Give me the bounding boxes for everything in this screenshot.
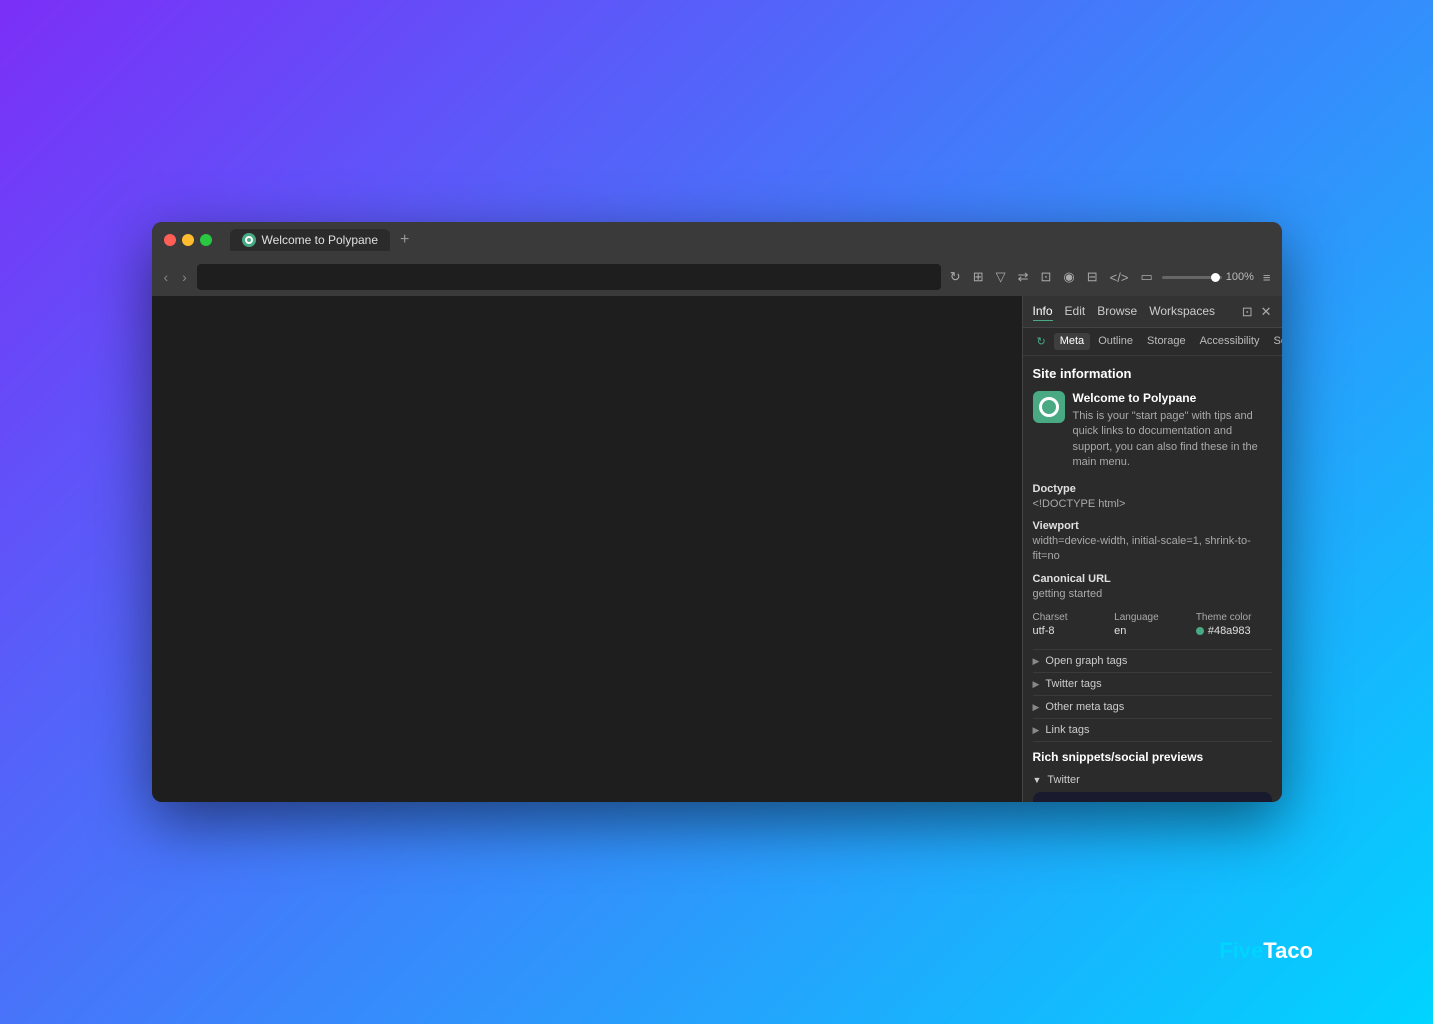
favicon-inner (245, 236, 253, 244)
expand-panel-icon[interactable]: ⊡ (1242, 304, 1253, 320)
panel-sub-nav: ↻ Meta Outline Storage Accessibility Sou… (1023, 328, 1282, 356)
panel-nav-left: Info Edit Browse Workspaces (1033, 302, 1216, 321)
sub-nav-refresh[interactable]: ↻ (1031, 333, 1052, 350)
viewport-row: Viewport width=device-width, initial-sca… (1033, 520, 1272, 565)
url-bar: ‹ › ↻ ⊞ ▽ ⇄ ⊡ ◉ ⊟ </> ▭ 100% ≡ (152, 258, 1282, 296)
camera-icon[interactable]: ◉ (1060, 267, 1077, 287)
twitter-section: ▼ Twitter ✓ Polypane Welcom (1033, 774, 1272, 802)
theme-color-label: Theme color (1196, 612, 1272, 623)
canonical-row: Canonical URL getting started (1033, 573, 1272, 602)
filter-icon[interactable]: ▽ (993, 267, 1009, 287)
zoom-control: 100% (1162, 271, 1254, 283)
viewport-value: width=device-width, initial-scale=1, shr… (1033, 534, 1272, 565)
maximize-button[interactable] (200, 234, 212, 246)
refresh-icon[interactable]: ↻ (947, 267, 964, 287)
rich-snippets-title: Rich snippets/social previews (1033, 741, 1272, 770)
sub-nav-source[interactable]: Source (1267, 333, 1281, 350)
language-label: Language (1114, 612, 1190, 623)
theme-color-value: #48a983 (1196, 625, 1272, 637)
canonical-value: getting started (1033, 587, 1272, 602)
title-bar: Welcome to Polypane + (152, 222, 1282, 258)
site-name: Welcome to Polypane (1073, 391, 1272, 405)
new-tab-button[interactable]: + (394, 229, 415, 251)
zoom-slider[interactable] (1162, 276, 1222, 279)
screenshot-icon[interactable]: ⊡ (1038, 267, 1055, 287)
charset-label: Charset (1033, 612, 1109, 623)
panels-icon[interactable]: ⊞ (970, 267, 987, 287)
site-logo-inner (1039, 397, 1059, 417)
viewport (152, 296, 1022, 802)
url-input[interactable] (197, 264, 941, 290)
forward-button[interactable]: › (178, 267, 191, 287)
nav-info[interactable]: Info (1033, 302, 1053, 321)
viewport-label: Viewport (1033, 520, 1272, 532)
twitter-card: ✓ Polypane (1033, 792, 1272, 802)
doctype-row: Doctype <!DOCTYPE html> (1033, 483, 1272, 512)
close-button[interactable] (164, 234, 176, 246)
browser-window: Welcome to Polypane + ‹ › ↻ ⊞ ▽ ⇄ ⊡ ◉ ⊟ … (152, 222, 1282, 802)
nav-edit[interactable]: Edit (1065, 302, 1086, 321)
expand-icon: ▶ (1033, 725, 1040, 736)
zoom-thumb (1211, 273, 1220, 282)
canonical-label: Canonical URL (1033, 573, 1272, 585)
charset-value: utf-8 (1033, 625, 1109, 637)
active-tab[interactable]: Welcome to Polypane (230, 229, 391, 251)
expand-icon: ▶ (1033, 702, 1040, 713)
site-info-text: Welcome to Polypane This is your "start … (1073, 391, 1272, 471)
language-cell: Language en (1114, 612, 1190, 637)
sub-nav-storage[interactable]: Storage (1141, 333, 1192, 350)
doctype-label: Doctype (1033, 483, 1272, 495)
brand-part1: Five (1219, 938, 1263, 963)
doctype-value: <!DOCTYPE html> (1033, 497, 1272, 512)
brand-part2: Taco (1263, 938, 1313, 963)
theme-color-cell: Theme color #48a983 (1196, 612, 1272, 637)
tab-title: Welcome to Polypane (262, 233, 379, 247)
panel-content: Site information Welcome to Polypane Thi… (1023, 356, 1282, 802)
site-info-card: Welcome to Polypane This is your "start … (1033, 391, 1272, 471)
sub-nav-accessibility[interactable]: Accessibility (1194, 333, 1266, 350)
language-value: en (1114, 625, 1190, 637)
tab-bar: Welcome to Polypane + (230, 229, 416, 251)
meta-table: Charset utf-8 Language en Theme color #4… (1033, 612, 1272, 637)
side-panel: Info Edit Browse Workspaces ⊡ ✕ ↻ Meta O… (1022, 296, 1282, 802)
close-panel-icon[interactable]: ✕ (1261, 304, 1272, 320)
charset-cell: Charset utf-8 (1033, 612, 1109, 637)
color-swatch (1196, 627, 1204, 635)
site-description: This is your "start page" with tips and … (1073, 409, 1272, 471)
zoom-value: 100% (1226, 271, 1254, 283)
expand-icon: ▶ (1033, 679, 1040, 690)
panel-nav-right: ⊡ ✕ (1242, 304, 1272, 320)
traffic-lights (164, 234, 212, 246)
code-icon[interactable]: </> (1107, 268, 1132, 287)
window-icon[interactable]: ▭ (1137, 267, 1155, 287)
other-meta-tags[interactable]: ▶ Other meta tags (1033, 695, 1272, 718)
minimize-button[interactable] (182, 234, 194, 246)
sub-nav-meta[interactable]: Meta (1054, 333, 1090, 350)
panel-top-nav: Info Edit Browse Workspaces ⊡ ✕ (1023, 296, 1282, 328)
sync-icon[interactable]: ⇄ (1015, 267, 1032, 287)
share-icon[interactable]: ⊟ (1084, 267, 1101, 287)
nav-browse[interactable]: Browse (1097, 302, 1137, 321)
sub-nav-outline[interactable]: Outline (1092, 333, 1139, 350)
back-button[interactable]: ‹ (160, 267, 173, 287)
nav-workspaces[interactable]: Workspaces (1149, 302, 1215, 321)
twitter-tags[interactable]: ▶ Twitter tags (1033, 672, 1272, 695)
toolbar-icons: ↻ ⊞ ▽ ⇄ ⊡ ◉ ⊟ </> ▭ 100% ≡ (947, 267, 1274, 287)
main-content: Info Edit Browse Workspaces ⊡ ✕ ↻ Meta O… (152, 296, 1282, 802)
site-logo (1033, 391, 1065, 423)
settings-icon[interactable]: ≡ (1260, 268, 1274, 287)
tab-favicon (242, 233, 256, 247)
twitter-expand-icon: ▼ (1033, 775, 1042, 785)
open-graph-tags[interactable]: ▶ Open graph tags (1033, 649, 1272, 672)
section-title: Site information (1033, 366, 1272, 381)
expand-icon: ▶ (1033, 656, 1040, 667)
watermark: FiveTaco (1219, 938, 1313, 964)
twitter-label[interactable]: ▼ Twitter (1033, 774, 1272, 786)
link-tags[interactable]: ▶ Link tags (1033, 718, 1272, 741)
